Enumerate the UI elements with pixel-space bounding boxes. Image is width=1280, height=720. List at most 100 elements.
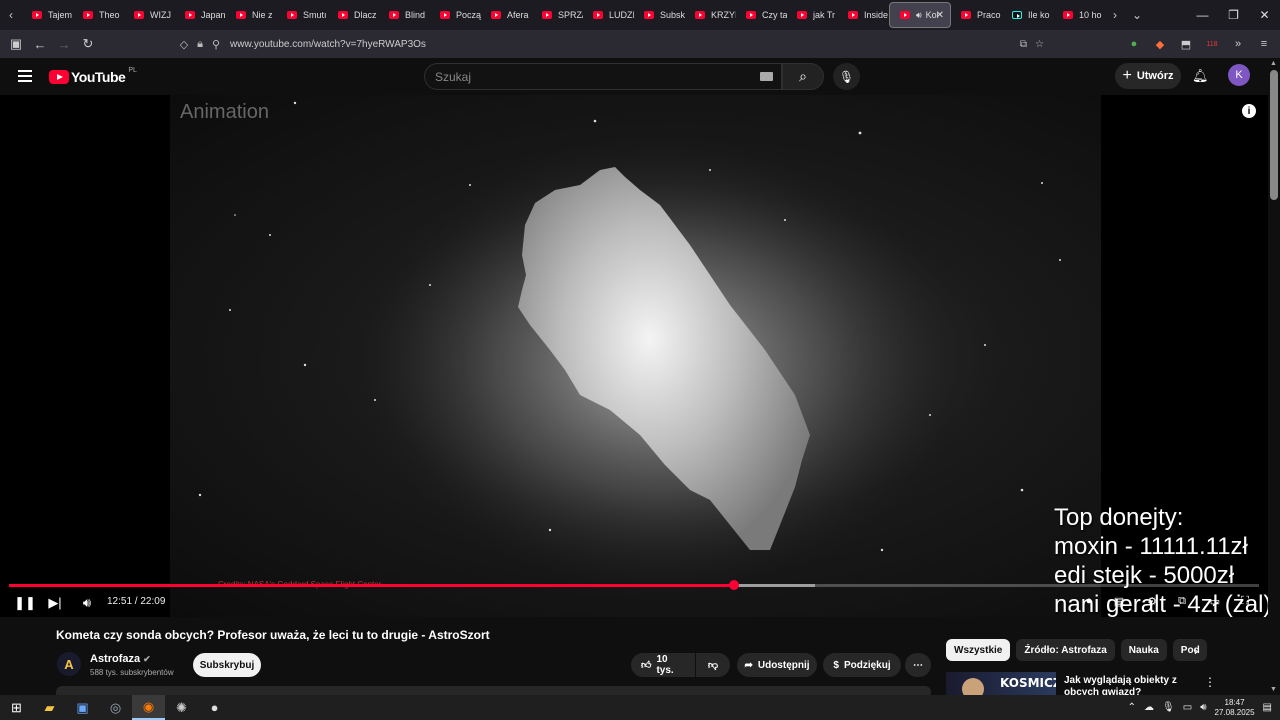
extensions-puzzle-icon[interactable]: ⬒ — [1178, 36, 1194, 52]
channel-avatar[interactable]: A — [57, 652, 81, 676]
description-box[interactable] — [56, 686, 931, 695]
browser-tab[interactable]: Dlacz — [328, 2, 379, 28]
browser-tab-active[interactable]: 🔊︎ Kol ✕ — [889, 2, 951, 28]
autoplay-toggle-icon[interactable]: ● — [1080, 595, 1098, 607]
browser-tab[interactable]: Afera — [481, 2, 532, 28]
browser-tab[interactable]: KRZYI — [685, 2, 736, 28]
like-button[interactable]: 👍︎ 10 tys. — [631, 653, 695, 677]
subtitles-icon[interactable]: ▤ — [1110, 595, 1128, 608]
clock[interactable]: 18:47 27.08.2025 — [1215, 698, 1255, 718]
extension-badge-icon[interactable]: 118 — [1204, 36, 1220, 52]
extension-fox-icon[interactable]: ◆ — [1152, 36, 1168, 52]
file-explorer-icon[interactable]: ▰ — [33, 695, 66, 720]
scrollbar-thumb[interactable] — [1270, 70, 1278, 200]
notifications-bell-icon[interactable]: 🔔︎ — [1192, 68, 1209, 84]
browser-tab[interactable]: SPRZ/ — [532, 2, 583, 28]
windows-start-icon[interactable]: ⊞ — [0, 695, 33, 720]
browser-tab[interactable]: Nie z — [226, 2, 277, 28]
miniplayer-icon[interactable]: ⧉ — [1173, 595, 1191, 608]
next-icon[interactable]: ▶| — [46, 595, 64, 611]
more-vertical-icon[interactable]: ⋮ — [1204, 675, 1216, 689]
volume-tray-icon[interactable]: 🔊︎ — [1200, 702, 1206, 713]
page-scrollbar[interactable]: ▲ ▼ — [1268, 58, 1280, 695]
url-text[interactable]: www.youtube.com/watch?v=7hyeRWAP3Os — [230, 39, 426, 50]
browser-tab[interactable]: Ile ko — [1002, 2, 1053, 28]
browser-tab[interactable]: jak Tr — [787, 2, 838, 28]
scroll-up-icon[interactable]: ▲ — [1270, 60, 1277, 67]
search-input[interactable]: Szukaj — [424, 63, 782, 90]
maximize-icon[interactable]: ❐ — [1218, 0, 1249, 30]
tab-scroll-left-icon[interactable]: ‹ — [0, 0, 22, 30]
app-icon[interactable]: ▣ — [66, 695, 99, 720]
voice-search-button[interactable]: 🎙︎ — [833, 63, 860, 90]
browser-tab[interactable]: Praco — [951, 2, 1002, 28]
progress-bar[interactable] — [9, 580, 1259, 590]
browser-tab[interactable]: Blind — [379, 2, 430, 28]
notifications-icon[interactable]: ▤ — [1263, 702, 1272, 713]
subscribe-button[interactable]: Subskrybuj — [193, 653, 261, 677]
browser-tab[interactable]: LUDZI — [583, 2, 634, 28]
browser-tab[interactable]: WIZJ — [124, 2, 175, 28]
lock-icon[interactable]: 🔒︎ — [192, 38, 208, 51]
extension-shield-icon[interactable]: ● — [1126, 36, 1142, 52]
fullscreen-icon[interactable]: ⛶ — [1236, 595, 1254, 608]
recommended-thumbnail[interactable]: KOSMICZNI — [946, 672, 1056, 696]
bookmark-star-icon[interactable]: ☆ — [1035, 39, 1044, 50]
browser-tab[interactable]: Tajem — [22, 2, 73, 28]
minimize-icon[interactable]: — — [1187, 0, 1218, 30]
firefox-icon[interactable]: ◉ — [132, 695, 165, 720]
volume-icon[interactable]: 🔊︎ — [78, 595, 96, 611]
keyboard-icon[interactable] — [760, 72, 773, 81]
chip-all[interactable]: Wszystkie — [946, 639, 1011, 661]
scrubber-handle[interactable] — [729, 580, 739, 590]
sidebar-toggle-icon[interactable]: ▣ — [4, 30, 28, 58]
browser-tab[interactable]: Inside — [838, 2, 889, 28]
reload-icon[interactable]: ↻ — [76, 30, 100, 58]
chip-podcasts[interactable]: Pod — [1172, 639, 1207, 661]
browser-tab[interactable]: Japan — [175, 2, 226, 28]
menu-icon[interactable]: ≡ — [1256, 36, 1272, 52]
app-spiral-icon[interactable]: ✺ — [165, 695, 198, 720]
settings-gear-icon[interactable]: ⚙ — [1143, 595, 1161, 608]
tab-list-chevron-icon[interactable]: ⌄ — [1126, 0, 1148, 30]
tab-audio-icon[interactable]: 🔊︎ — [916, 10, 922, 21]
youtube-logo[interactable]: YouTube PL — [49, 67, 137, 85]
search-button[interactable]: ⌕ — [782, 63, 824, 90]
video-player[interactable]: Animation Credits: NASA's Goddard Space … — [0, 95, 1268, 617]
permissions-icon[interactable]: ⚲ — [208, 38, 224, 51]
cloud-icon[interactable]: ☁ — [1144, 702, 1154, 713]
forward-icon[interactable]: → — [52, 30, 76, 58]
overflow-chevron-icon[interactable]: » — [1230, 36, 1246, 52]
channel-name[interactable]: Astrofaza ✔ — [90, 653, 151, 665]
chip-nauka[interactable]: Nauka — [1120, 639, 1167, 661]
tray-chevron-icon[interactable]: ⌃ — [1128, 702, 1136, 713]
microphone-tray-icon[interactable]: 🎙︎ — [1162, 702, 1175, 713]
browser-tab[interactable]: Subsk — [634, 2, 685, 28]
browser-tab[interactable]: Theo — [73, 2, 124, 28]
create-button[interactable]: + Utwórz — [1115, 63, 1181, 89]
browser-tab[interactable]: Począ — [430, 2, 481, 28]
share-button[interactable]: ➦ Udostępnij — [737, 653, 817, 677]
back-icon[interactable]: ← — [28, 30, 52, 58]
menu-hamburger-icon[interactable] — [18, 70, 32, 82]
steam-icon[interactable]: ◎ — [99, 695, 132, 720]
chips-next-chevron-icon[interactable]: › — [1194, 644, 1198, 658]
thanks-button[interactable]: $ Podziękuj — [823, 653, 901, 677]
browser-tab[interactable]: Smutı — [277, 2, 328, 28]
browser-tab[interactable]: 10 ho — [1053, 2, 1104, 28]
video-frame[interactable]: Animation Credits: NASA's Goddard Space … — [170, 95, 1101, 617]
scroll-down-icon[interactable]: ▼ — [1270, 686, 1277, 693]
chip-source-astrofaza[interactable]: Źródło: Astrofaza — [1016, 639, 1115, 661]
info-icon[interactable]: i — [1242, 104, 1256, 118]
browser-tab[interactable]: Czy ta — [736, 2, 787, 28]
picture-in-picture-icon[interactable]: ⧉ — [1020, 39, 1027, 50]
app-round-icon[interactable]: ● — [198, 695, 231, 720]
address-bar[interactable]: ◇ 🔒︎ ⚲ www.youtube.com/watch?v=7hyeRWAP3… — [176, 33, 1050, 55]
dislike-button[interactable]: 👎︎ — [696, 653, 730, 677]
shield-icon[interactable]: ◇ — [176, 38, 192, 51]
pause-icon[interactable]: ❚❚ — [14, 595, 36, 611]
avatar[interactable]: K — [1228, 64, 1250, 86]
channel-name-text[interactable]: Astrofaza — [90, 653, 140, 665]
theater-mode-icon[interactable]: ▭ — [1206, 595, 1224, 608]
close-window-icon[interactable]: ✕ — [1249, 0, 1280, 30]
